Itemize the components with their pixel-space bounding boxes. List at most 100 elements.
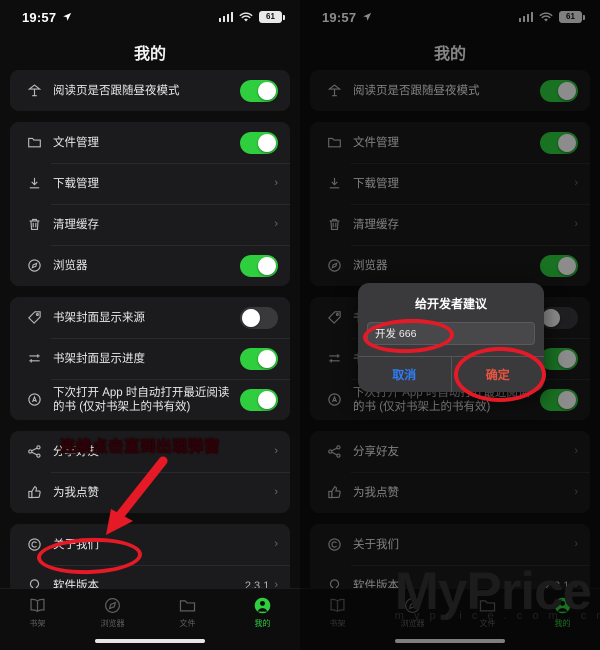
tab-mine[interactable]: 我的 <box>525 596 600 629</box>
share-icon <box>21 444 47 459</box>
developer-suggestion-dialog: 给开发者建议 取消 确定 <box>358 283 544 392</box>
cancel-button[interactable]: 取消 <box>358 357 452 392</box>
tab-mine[interactable]: 我的 <box>225 596 300 629</box>
toggle-file-manage[interactable] <box>240 131 278 154</box>
toggle-knob <box>242 308 260 327</box>
settings-group: 分享好友 › 为我点赞 › <box>10 431 290 513</box>
chevron-right-icon: › <box>574 177 578 189</box>
settings-row-label: 关于我们 <box>353 538 399 551</box>
toggle-cover-source[interactable] <box>240 306 278 329</box>
download-icon <box>21 176 47 191</box>
chevron-right-icon: › <box>574 486 578 498</box>
home-indicator <box>395 639 505 643</box>
settings-row-auto-open[interactable]: 下次打开 App 时自动打开最近阅读的书 (仅对书架上的书有效) <box>10 379 290 420</box>
settings-row-about-us[interactable]: 关于我们 › <box>310 524 590 565</box>
status-bar-time: 19:57 <box>22 9 57 25</box>
cellular-signal-icon <box>518 12 533 22</box>
settings-row-label: 书架封面显示来源 <box>53 311 145 324</box>
copyright-icon <box>21 537 47 552</box>
download-icon <box>321 176 347 191</box>
tab-bookshelf[interactable]: 书架 <box>300 596 375 629</box>
dual-screenshot-comparison: 19:57 61 我的 阅读页是否跟随昼夜模式 文件管理 下载管理 › 清理缓存… <box>0 0 600 650</box>
dialog-input-wrapper <box>358 322 544 356</box>
settings-row-label: 清理缓存 <box>353 218 399 231</box>
settings-group: 阅读页是否跟随昼夜模式 <box>10 70 290 111</box>
settings-row-label: 为我点赞 <box>353 486 399 499</box>
settings-row-file-manage[interactable]: 文件管理 <box>310 122 590 163</box>
page-title: 我的 <box>433 46 466 63</box>
settings-row-download-manage[interactable]: 下载管理 › <box>310 163 590 204</box>
toggle-auto-open[interactable] <box>240 388 278 411</box>
settings-row-label: 阅读页是否跟随昼夜模式 <box>53 84 180 97</box>
book-icon <box>30 598 45 613</box>
settings-row-label: 分享好友 <box>53 445 99 458</box>
trash-icon <box>321 217 347 232</box>
toggle-browser[interactable] <box>540 254 578 277</box>
settings-group: 阅读页是否跟随昼夜模式 <box>310 70 590 111</box>
settings-row-night-mode[interactable]: 阅读页是否跟随昼夜模式 <box>10 70 290 111</box>
folder-icon <box>479 600 496 612</box>
status-bar-left: 19:57 <box>22 10 72 25</box>
settings-row-cover-source[interactable]: 书架封面显示来源 <box>10 297 290 338</box>
home-indicator <box>95 639 205 643</box>
tab-files[interactable]: 文件 <box>450 596 525 629</box>
chevron-right-icon: › <box>274 538 278 550</box>
settings-row-about-us[interactable]: 关于我们 › <box>10 524 290 565</box>
toggle-knob <box>258 256 276 275</box>
settings-group: 文件管理 下载管理 › 清理缓存 › 浏览器 <box>10 122 290 286</box>
progress-icon <box>21 351 47 366</box>
toggle-knob <box>258 349 276 368</box>
chevron-right-icon: › <box>574 538 578 550</box>
settings-row-browser[interactable]: 浏览器 <box>10 245 290 286</box>
settings-row-download-manage[interactable]: 下载管理 › <box>10 163 290 204</box>
settings-row-cover-progress[interactable]: 书架封面显示进度 <box>10 338 290 379</box>
toggle-cover-source[interactable] <box>540 306 578 329</box>
tab-files[interactable]: 文件 <box>150 596 225 629</box>
toggle-cover-progress[interactable] <box>540 347 578 370</box>
confirm-button[interactable]: 确定 <box>452 357 545 392</box>
settings-row-file-manage[interactable]: 文件管理 <box>10 122 290 163</box>
tab-label: 书架 <box>329 619 346 628</box>
dialog-actions: 取消 确定 <box>358 356 544 392</box>
toggle-knob <box>258 133 276 152</box>
settings-row-share[interactable]: 分享好友 › <box>10 431 290 472</box>
settings-row-like[interactable]: 为我点赞 › <box>310 472 590 513</box>
settings-row-night-mode[interactable]: 阅读页是否跟随昼夜模式 <box>310 70 590 111</box>
compass-icon <box>21 258 47 273</box>
settings-row-clear-cache[interactable]: 清理缓存 › <box>10 204 290 245</box>
toggle-knob <box>542 308 560 327</box>
suggestion-input[interactable] <box>367 322 535 345</box>
settings-group: 分享好友 › 为我点赞 › <box>310 431 590 513</box>
settings-row-like[interactable]: 为我点赞 › <box>10 472 290 513</box>
compass-icon <box>405 598 420 613</box>
toggle-knob <box>558 390 576 409</box>
toggle-night-mode[interactable] <box>240 79 278 102</box>
status-bar-time: 19:57 <box>322 9 357 25</box>
settings-row-clear-cache[interactable]: 清理缓存 › <box>310 204 590 245</box>
lamp-icon <box>321 83 347 98</box>
tab-browser[interactable]: 浏览器 <box>75 596 150 629</box>
cellular-signal-icon <box>218 12 233 22</box>
compass-icon <box>105 598 120 613</box>
toggle-night-mode[interactable] <box>540 79 578 102</box>
chevron-right-icon: › <box>574 445 578 457</box>
settings-row-browser[interactable]: 浏览器 <box>310 245 590 286</box>
tab-bookshelf[interactable]: 书架 <box>0 596 75 629</box>
toggle-browser[interactable] <box>240 254 278 277</box>
wifi-icon <box>239 12 253 21</box>
battery-icon: 61 <box>559 11 585 23</box>
person-icon <box>254 597 271 614</box>
toggle-cover-progress[interactable] <box>240 347 278 370</box>
tab-browser[interactable]: 浏览器 <box>375 596 450 629</box>
toggle-knob <box>558 133 576 152</box>
share-icon <box>321 444 347 459</box>
settings-row-label: 文件管理 <box>353 136 399 149</box>
status-bar: 19:57 61 <box>300 0 600 34</box>
tab-label: 浏览器 <box>400 619 425 628</box>
chevron-right-icon: › <box>274 486 278 498</box>
settings-row-share[interactable]: 分享好友 › <box>310 431 590 472</box>
toggle-file-manage[interactable] <box>540 131 578 154</box>
toggle-auto-open[interactable] <box>540 388 578 411</box>
settings-row-label: 书架封面显示进度 <box>53 352 145 365</box>
settings-row-label: 下次打开 App 时自动打开最近阅读的书 (仅对书架上的书有效) <box>53 386 230 413</box>
